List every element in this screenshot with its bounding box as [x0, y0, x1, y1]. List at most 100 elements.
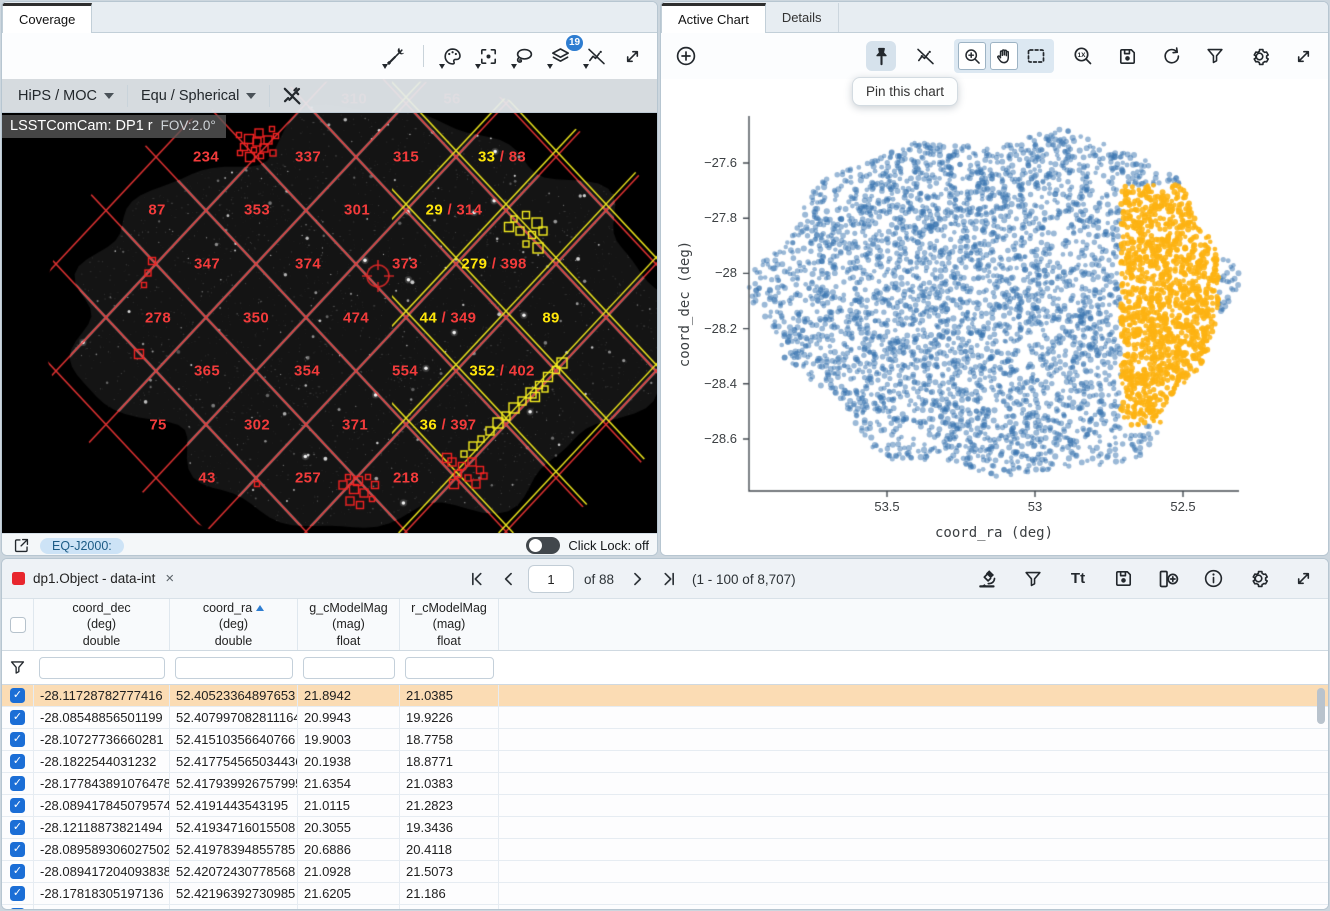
- open-in-new-button[interactable]: [10, 536, 32, 556]
- table-row[interactable]: ✓ -28.182254403123252.41775456503443620.1…: [2, 751, 1328, 773]
- chart-settings-button[interactable]: [1244, 41, 1274, 71]
- table-cell[interactable]: 21.8942: [298, 685, 400, 706]
- table-row[interactable]: ✓ -28.1781830519713652.4219639273098521.6…: [2, 883, 1328, 905]
- expand-table-button[interactable]: [1288, 564, 1318, 594]
- table-cell[interactable]: -28.08548856501199: [34, 707, 170, 728]
- table-cell[interactable]: -28.1822544031232: [34, 751, 170, 772]
- click-lock-toggle[interactable]: [526, 537, 560, 554]
- table-cell[interactable]: 18.8771: [400, 751, 499, 772]
- table-cell[interactable]: 52.42196392730985: [170, 883, 298, 904]
- table-row[interactable]: ✓-28.1211887382149452.4193471601550820.3…: [2, 817, 1328, 839]
- table-cell[interactable]: 52.40523364897653: [170, 685, 298, 706]
- table-row[interactable]: ✓-28.08941784507957452.419144354319521.0…: [2, 795, 1328, 817]
- close-table-icon[interactable]: ×: [165, 570, 174, 587]
- table-cell[interactable]: 52.41510356640766: [170, 729, 298, 750]
- page-input[interactable]: [528, 565, 574, 593]
- table-cell[interactable]: [400, 905, 499, 910]
- filter-icon[interactable]: [8, 658, 27, 677]
- grid-off-button[interactable]: [277, 81, 307, 111]
- table-cell[interactable]: 19.3436: [400, 817, 499, 838]
- table-cell[interactable]: [170, 905, 298, 910]
- filter-input-g-cmodelmag[interactable]: [303, 657, 395, 679]
- sky-map[interactable]: 2343373158735330134737437327835047436535…: [2, 79, 657, 533]
- table-cell[interactable]: 52.4191443543195: [170, 795, 298, 816]
- save-table-button[interactable]: [1108, 564, 1138, 594]
- table-cell[interactable]: 21.0115: [298, 795, 400, 816]
- table-row[interactable]: ✓-28.0854885650119952.40799708281116420.…: [2, 707, 1328, 729]
- row-checkbox[interactable]: ✓: [10, 710, 25, 725]
- table-cell[interactable]: -28.12118873821494: [34, 817, 170, 838]
- last-page-button[interactable]: [656, 566, 682, 592]
- restore-chart-button[interactable]: [1156, 41, 1186, 71]
- row-checkbox[interactable]: ✓: [10, 842, 25, 857]
- filter-table-button[interactable]: [1018, 564, 1048, 594]
- tab-coverage[interactable]: Coverage: [2, 3, 92, 33]
- pin-chart-button[interactable]: Pin this chart: [866, 41, 896, 71]
- filter-chart-button[interactable]: [1200, 41, 1230, 71]
- save-chart-button[interactable]: [1112, 41, 1142, 71]
- select-all-checkbox[interactable]: [10, 617, 26, 633]
- row-checkbox[interactable]: ✓: [10, 688, 25, 703]
- filter-input-r-cmodelmag[interactable]: [405, 657, 494, 679]
- inspect-table-button[interactable]: [973, 564, 1003, 594]
- sky-map-canvas[interactable]: [2, 79, 657, 533]
- filter-input-coord-dec[interactable]: [39, 657, 165, 679]
- table-cell[interactable]: 52.42072430778568: [170, 861, 298, 882]
- table-cell[interactable]: 21.6354: [298, 773, 400, 794]
- table-row[interactable]: ✓-28.08941720409383852.4207243077856821.…: [2, 861, 1328, 883]
- tab-details[interactable]: Details: [766, 3, 839, 32]
- table-cell[interactable]: 21.0928: [298, 861, 400, 882]
- table-cell[interactable]: 52.417939926757995: [170, 773, 298, 794]
- row-checkbox[interactable]: ✓: [10, 820, 25, 835]
- tab-active-chart[interactable]: Active Chart: [661, 3, 766, 33]
- expand-coverage-button[interactable]: [617, 41, 647, 71]
- compass-off-button[interactable]: [581, 41, 611, 71]
- prev-page-button[interactable]: [496, 566, 522, 592]
- table-row[interactable]: ✓: [2, 905, 1328, 910]
- table-row[interactable]: ✓ -28.1072773666028152.4151035664076619.9…: [2, 729, 1328, 751]
- first-page-button[interactable]: [464, 566, 490, 592]
- table-cell[interactable]: 20.4118: [400, 839, 499, 860]
- table-cell[interactable]: -28.089589306027502: [34, 839, 170, 860]
- table-cell[interactable]: 18.7758: [400, 729, 499, 750]
- table-scrollbar-thumb[interactable]: [1317, 688, 1325, 724]
- table-row[interactable]: ✓-28.08958930602750252.4197839485578520.…: [2, 839, 1328, 861]
- table-cell[interactable]: 20.6886: [298, 839, 400, 860]
- table-cell[interactable]: 52.41978394855785: [170, 839, 298, 860]
- table-settings-button[interactable]: [1243, 564, 1273, 594]
- column-header-coord-ra[interactable]: coord_ra (deg) double: [170, 599, 298, 650]
- layers-button[interactable]: 19: [545, 41, 575, 71]
- hips-moc-dropdown[interactable]: HiPS / MOC: [12, 88, 120, 104]
- box-select-button[interactable]: [1022, 43, 1050, 69]
- table-cell[interactable]: -28.089417845079574: [34, 795, 170, 816]
- table-cell[interactable]: -28.17818305197136: [34, 883, 170, 904]
- row-checkbox[interactable]: ✓: [10, 732, 25, 747]
- row-checkbox[interactable]: ✓: [10, 776, 25, 791]
- next-page-button[interactable]: [624, 566, 650, 592]
- table-cell[interactable]: 20.9943: [298, 707, 400, 728]
- pan-mode-button[interactable]: [990, 42, 1018, 70]
- table-cell[interactable]: 20.1938: [298, 751, 400, 772]
- column-header-g-cmodelmag[interactable]: g_cModelMag (mag) float: [298, 599, 400, 650]
- table-cell[interactable]: -28.10727736660281: [34, 729, 170, 750]
- zoom-original-button[interactable]: 1X: [1068, 41, 1098, 71]
- row-checkbox[interactable]: ✓: [10, 886, 25, 901]
- table-row[interactable]: ✓-28.1172878277741652.4052336489765321.8…: [2, 685, 1328, 707]
- hide-traces-button[interactable]: [910, 41, 940, 71]
- table-cell[interactable]: 21.6205: [298, 883, 400, 904]
- table-row[interactable]: ✓-28.17784389107647852.41793992675799521…: [2, 773, 1328, 795]
- projection-dropdown[interactable]: Equ / Spherical: [135, 88, 262, 104]
- table-cell[interactable]: [34, 905, 170, 910]
- table-cell[interactable]: 21.0385: [400, 685, 499, 706]
- row-checkbox[interactable]: ✓: [10, 908, 25, 910]
- add-column-button[interactable]: [1153, 564, 1183, 594]
- filter-input-coord-ra[interactable]: [175, 657, 293, 679]
- table-body[interactable]: ✓-28.1172878277741652.4052336489765321.8…: [2, 685, 1328, 910]
- scatter-canvas[interactable]: [661, 79, 1328, 556]
- table-cell[interactable]: 52.417754565034436: [170, 751, 298, 772]
- row-checkbox[interactable]: ✓: [10, 754, 25, 769]
- scatter-chart[interactable]: 53.55352.5−27.6−27.8−28−28.2−28.4−28.6 c…: [661, 79, 1328, 556]
- selection-button[interactable]: [509, 41, 539, 71]
- table-cell[interactable]: 21.2823: [400, 795, 499, 816]
- table-cell[interactable]: 19.9003: [298, 729, 400, 750]
